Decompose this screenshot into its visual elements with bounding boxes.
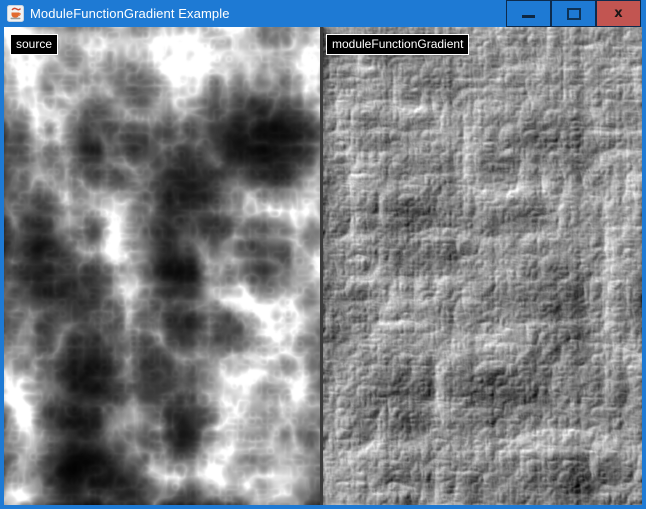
titlebar[interactable]: ModuleFunctionGradient Example x (0, 0, 646, 27)
maximize-icon (567, 8, 581, 20)
close-icon: x (614, 7, 622, 20)
close-button[interactable]: x (596, 0, 641, 27)
content-area: source moduleFunctionGradient (4, 27, 642, 505)
app-window: ModuleFunctionGradient Example x source … (0, 0, 646, 509)
minimize-icon (522, 15, 535, 18)
gradient-image (323, 27, 642, 505)
source-image (4, 27, 320, 505)
panel-source: source (4, 27, 320, 505)
gradient-label: moduleFunctionGradient (326, 34, 469, 55)
java-coffee-cup-icon (7, 5, 24, 22)
maximize-button[interactable] (551, 0, 596, 27)
window-title: ModuleFunctionGradient Example (30, 6, 230, 21)
window-controls: x (506, 0, 641, 27)
source-label: source (10, 34, 58, 55)
minimize-button[interactable] (506, 0, 551, 27)
panel-gradient: moduleFunctionGradient (323, 27, 642, 505)
